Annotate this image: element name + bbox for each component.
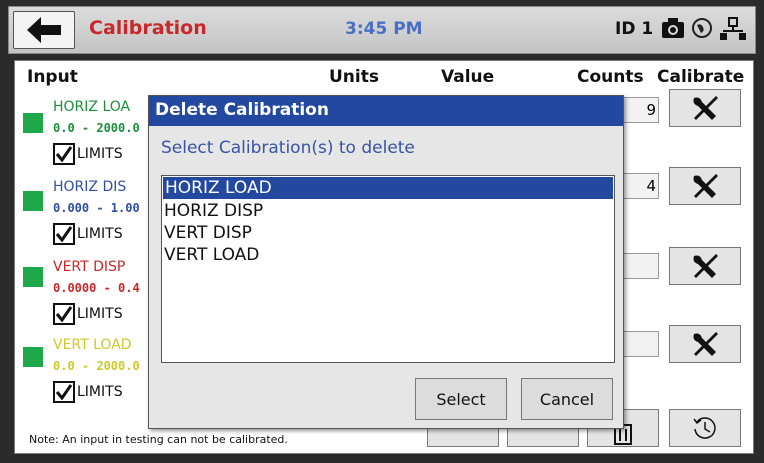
channel-name: HORIZ DIS <box>53 179 127 195</box>
column-header-units: Units <box>329 67 379 87</box>
delete-calibration-dialog: Delete Calibration Select Calibration(s)… <box>148 95 624 429</box>
back-button[interactable] <box>13 11 75 49</box>
limits-checkbox[interactable]: LIMITS <box>53 223 123 245</box>
channel-range: 0.0 - 2000.0 <box>53 359 140 373</box>
channel-status-swatch <box>23 267 43 287</box>
dialog-prompt: Select Calibration(s) to delete <box>161 138 415 158</box>
wrench-screwdriver-icon <box>693 254 718 278</box>
channel-range: 0.0000 - 0.4 <box>53 281 140 295</box>
channel-name: VERT LOAD <box>53 337 132 353</box>
network-icon[interactable] <box>719 17 747 41</box>
calibrate-button[interactable] <box>669 89 741 127</box>
list-item[interactable]: HORIZ LOAD <box>163 177 613 199</box>
column-header-input: Input <box>27 67 78 87</box>
calibrate-button[interactable] <box>669 167 741 205</box>
back-arrow-icon <box>27 17 61 43</box>
column-header-value: Value <box>441 67 495 87</box>
list-item[interactable]: VERT LOAD <box>162 244 614 266</box>
globe-icon[interactable] <box>691 17 713 39</box>
calibrate-button[interactable] <box>669 325 741 363</box>
camera-icon[interactable] <box>661 17 685 39</box>
limits-checkbox[interactable]: LIMITS <box>53 303 123 325</box>
channel-name: HORIZ LOA <box>53 99 131 115</box>
device-id: ID 1 <box>615 19 654 39</box>
limits-checkbox[interactable]: LIMITS <box>53 143 123 165</box>
select-button[interactable]: Select <box>415 378 507 420</box>
history-icon <box>693 417 716 439</box>
counts-value: 9 <box>646 101 656 119</box>
checkbox-checked-icon <box>53 143 75 165</box>
limits-label: LIMITS <box>77 384 123 400</box>
channel-range: 0.000 - 1.00 <box>53 201 140 215</box>
calibration-list[interactable]: HORIZ LOAD HORIZ DISP VERT DISP VERT LOA… <box>161 175 615 363</box>
channel-range: 0.0 - 2000.0 <box>53 121 140 135</box>
channel-status-swatch <box>23 113 43 133</box>
calibration-note: Note: An input in testing can not be cal… <box>29 433 288 446</box>
column-header-counts: Counts <box>577 67 644 87</box>
limits-checkbox[interactable]: LIMITS <box>53 381 123 403</box>
channel-name: VERT DISP <box>53 259 126 275</box>
channel-status-swatch <box>23 191 43 211</box>
column-header-calibrate: Calibrate <box>657 67 745 87</box>
page-title: Calibration <box>89 17 207 39</box>
limits-label: LIMITS <box>77 226 123 242</box>
wrench-screwdriver-icon <box>693 174 718 198</box>
wrench-screwdriver-icon <box>693 96 718 120</box>
history-button[interactable] <box>669 409 741 447</box>
limits-label: LIMITS <box>77 306 123 322</box>
checkbox-checked-icon <box>53 381 75 403</box>
counts-value: 4 <box>646 177 656 195</box>
limits-label: LIMITS <box>77 146 123 162</box>
calibrate-button[interactable] <box>669 247 741 285</box>
checkbox-checked-icon <box>53 223 75 245</box>
channel-status-swatch <box>23 347 43 367</box>
list-item[interactable]: HORIZ DISP <box>162 200 614 222</box>
checkbox-checked-icon <box>53 303 75 325</box>
cancel-button[interactable]: Cancel <box>521 378 613 420</box>
app-frame: Calibration 3:45 PM ID 1 Input Units Val… <box>0 0 764 463</box>
top-bar: Calibration 3:45 PM ID 1 <box>8 6 756 54</box>
wrench-screwdriver-icon <box>693 332 718 356</box>
list-item[interactable]: VERT DISP <box>162 222 614 244</box>
clock: 3:45 PM <box>345 19 423 39</box>
dialog-title: Delete Calibration <box>149 96 623 126</box>
